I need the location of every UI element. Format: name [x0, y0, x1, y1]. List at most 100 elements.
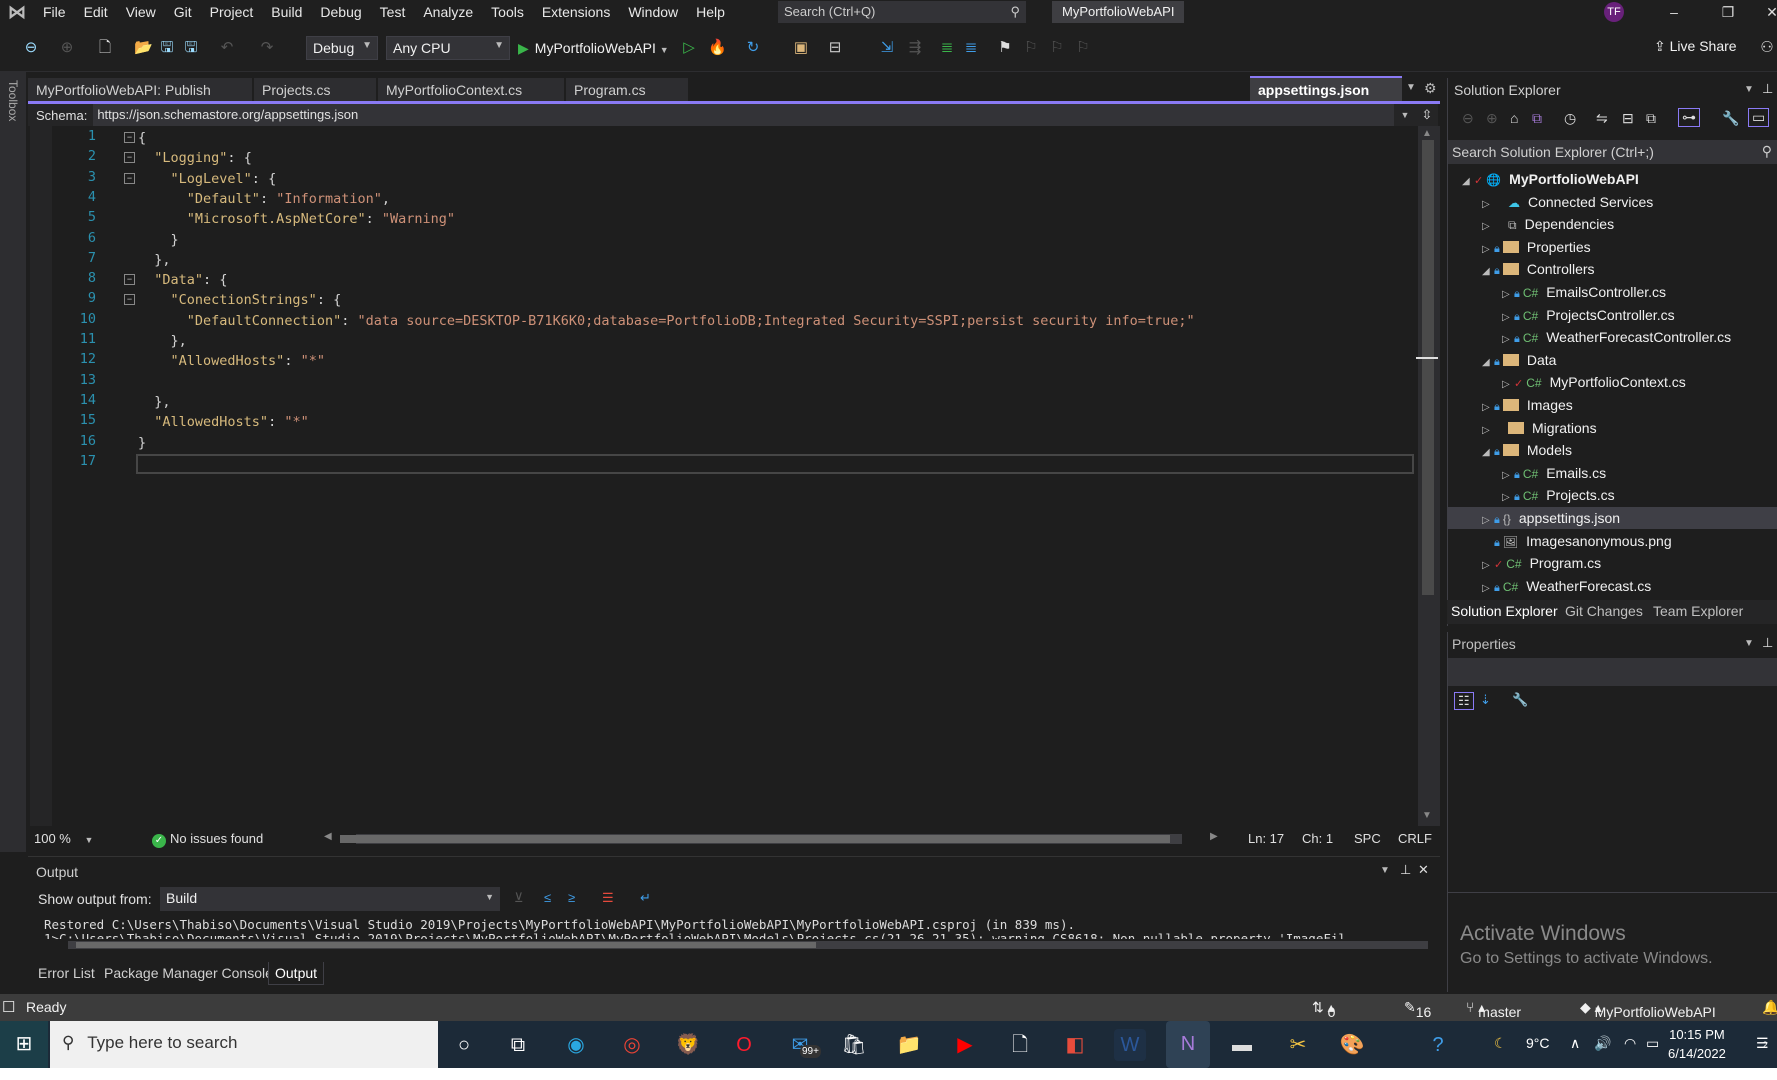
pending-changes-filter-icon[interactable]: ◷ — [1564, 110, 1576, 127]
collapse-region-icon[interactable]: − — [124, 294, 135, 305]
zoom-dropdown[interactable]: 100 % ▼ — [34, 831, 93, 846]
tree-item[interactable]: ▷ ✓ C# Program.cs — [1448, 552, 1777, 574]
opera-icon[interactable]: O — [728, 1029, 760, 1061]
menu-project[interactable]: Project — [201, 0, 263, 24]
browse-icon[interactable]: ▣ — [792, 38, 810, 58]
action-center-icon[interactable]: ☰2 — [1756, 1035, 1769, 1052]
tree-item[interactable]: ◢ 🔒︎ Data — [1448, 349, 1777, 371]
output-source-dropdown[interactable]: Build ▼ — [160, 887, 500, 911]
tree-item[interactable]: ▷ 🔒︎ Images — [1448, 394, 1777, 416]
hierarchy-icon[interactable]: ⊶ — [1678, 108, 1700, 127]
close-window-button[interactable]: ✕ — [1752, 0, 1777, 24]
chevron-down-icon[interactable]: ▼ — [1744, 84, 1754, 95]
step-icon[interactable]: ⇲ — [878, 38, 896, 58]
tray-overflow-icon[interactable]: ∧ — [1570, 1035, 1580, 1052]
start-button[interactable]: ⊞ — [0, 1021, 48, 1068]
tree-item[interactable]: ▷ 🔒︎ C# EmailsController.cs — [1448, 281, 1777, 303]
visual-studio-taskbar-icon[interactable]: N — [1166, 1021, 1210, 1068]
tree-item[interactable]: ▷ Migrations — [1448, 417, 1777, 439]
new-project-icon[interactable]: 🗋 — [96, 38, 114, 58]
word-wrap-icon[interactable]: ↵ — [640, 890, 651, 906]
hot-reload-icon[interactable]: 🔥 — [708, 38, 727, 58]
preview-icon[interactable]: ▭ — [1748, 108, 1770, 127]
tab-error-list[interactable]: Error List — [32, 962, 101, 984]
collapsed-arrow-icon[interactable]: ▷ — [1482, 397, 1494, 419]
sync-status[interactable]: ⇅ 0 / 0 ▴ — [1312, 999, 1335, 1052]
start-without-debugging-icon[interactable]: ▷ — [680, 38, 698, 58]
scroll-left-icon[interactable]: ◀ — [324, 831, 332, 842]
volume-icon[interactable]: 🔊 — [1594, 1035, 1611, 1052]
tab-output[interactable]: Output — [268, 962, 325, 985]
back-icon[interactable]: ⊖ — [1462, 110, 1474, 127]
tree-item[interactable]: ▷ 🔒︎{} appsettings.json — [1448, 507, 1777, 529]
tree-item[interactable]: ▷ 🔒︎ Properties — [1448, 236, 1777, 258]
tab-projects-cs[interactable]: Projects.cs — [254, 78, 376, 102]
chevron-down-icon[interactable]: ▼ — [1380, 865, 1390, 876]
line-ending[interactable]: CRLF — [1398, 831, 1432, 846]
store-icon[interactable]: 🛍 — [838, 1029, 870, 1061]
collapsed-arrow-icon[interactable]: ▷ — [1482, 216, 1494, 238]
weather-temperature[interactable]: 9°C — [1526, 1035, 1550, 1051]
step-over-icon[interactable]: ⇶ — [906, 38, 924, 58]
tab-publish[interactable]: MyPortfolioWebAPI: Publish — [28, 78, 252, 102]
navigate-forward-icon[interactable]: ⊕ — [58, 38, 76, 58]
property-pages-icon[interactable]: 🔧 — [1512, 692, 1528, 708]
menu-extensions[interactable]: Extensions — [533, 0, 619, 24]
menu-git[interactable]: Git — [165, 0, 201, 24]
toolbox-strip[interactable]: Toolbox — [0, 72, 26, 852]
gear-icon[interactable]: ⚙ — [1424, 80, 1437, 97]
menu-tools[interactable]: Tools — [482, 0, 533, 24]
open-file-icon[interactable]: 📂 — [134, 38, 153, 58]
uncomment-icon[interactable]: ≣ — [962, 38, 980, 58]
restore-button[interactable]: ❐ — [1708, 0, 1748, 24]
scroll-right-icon[interactable]: ▶ — [1210, 831, 1218, 842]
tree-item[interactable]: ▷ ☁ Connected Services — [1448, 191, 1777, 213]
tree-item[interactable]: ▷ 🔒︎ C# ProjectsController.cs — [1448, 304, 1777, 326]
redo-icon[interactable]: ↷ — [258, 38, 276, 58]
comment-icon[interactable]: ≣ — [938, 38, 956, 58]
navigate-back-icon[interactable]: ⊖ — [22, 38, 40, 58]
collapsed-arrow-icon[interactable]: ▷ — [1502, 374, 1514, 396]
taskbar-search-input[interactable]: ⚲ Type here to search — [50, 1021, 438, 1068]
task-view-icon[interactable]: ⧉ — [502, 1029, 534, 1061]
next-message-icon[interactable]: ≥ — [568, 890, 575, 905]
switch-views-icon[interactable]: ⧉ — [1532, 110, 1542, 127]
collapsed-arrow-icon[interactable]: ▷ — [1502, 487, 1514, 509]
mail-icon[interactable]: ✉ 99+ — [784, 1029, 821, 1061]
tree-item[interactable]: ◢ 🔒︎ Controllers — [1448, 258, 1777, 280]
close-panel-icon[interactable]: ✕ — [1418, 862, 1429, 878]
youtube-icon[interactable]: ▶ — [949, 1029, 981, 1061]
sync-icon[interactable]: ⇋ — [1596, 110, 1608, 127]
char-position[interactable]: Ch: 1 — [1302, 831, 1333, 846]
brave-icon[interactable]: 🦁 — [672, 1029, 704, 1061]
expanded-arrow-icon[interactable]: ◢ — [1482, 442, 1494, 464]
tree-item[interactable]: ◢ 🔒︎ Models — [1448, 439, 1777, 461]
pin-icon[interactable]: ⊥ — [1762, 81, 1773, 97]
branch-selector[interactable]: ⑂ master ▴ — [1466, 999, 1521, 1020]
collapse-region-icon[interactable]: − — [124, 173, 135, 184]
menu-analyze[interactable]: Analyze — [414, 0, 482, 24]
cortana-icon[interactable]: ○ — [448, 1029, 480, 1061]
issues-indicator[interactable]: ✓ No issues found — [152, 831, 263, 848]
prev-bookmark-icon[interactable]: ⚐ — [1022, 38, 1040, 58]
properties-object-selector[interactable] — [1448, 658, 1777, 686]
solution-search-input[interactable]: Search Solution Explorer (Ctrl+;) ⚲ — [1448, 140, 1777, 164]
collapsed-arrow-icon[interactable]: ▷ — [1502, 284, 1514, 306]
tree-item[interactable]: ▷ ⧉ Dependencies — [1448, 213, 1777, 235]
collapse-region-icon[interactable]: − — [124, 152, 135, 163]
expanded-arrow-icon[interactable]: ◢ — [1462, 171, 1474, 193]
office-icon[interactable]: ◧ — [1059, 1029, 1091, 1061]
menu-window[interactable]: Window — [619, 0, 687, 24]
system-clock[interactable]: 10:15 PM 6/14/2022 — [1668, 1025, 1726, 1063]
tree-item[interactable]: ▷ 🔒︎ C# WeatherForecast.cs — [1448, 575, 1777, 597]
clear-all-icon[interactable]: ☰ — [602, 890, 614, 906]
code-editor[interactable] — [28, 126, 1418, 826]
collapsed-arrow-icon[interactable]: ▷ — [1502, 329, 1514, 351]
collapsed-arrow-icon[interactable]: ▷ — [1482, 555, 1494, 577]
save-icon[interactable]: 🖫 — [158, 38, 176, 58]
menu-build[interactable]: Build — [262, 0, 311, 24]
editor-horizontal-thumb[interactable] — [340, 835, 1170, 843]
tab-team-explorer[interactable]: Team Explorer — [1653, 603, 1743, 619]
user-avatar[interactable]: TF — [1604, 2, 1624, 22]
start-debugging-button[interactable]: ▶ MyPortfolioWebAPI ▼ — [518, 36, 669, 60]
